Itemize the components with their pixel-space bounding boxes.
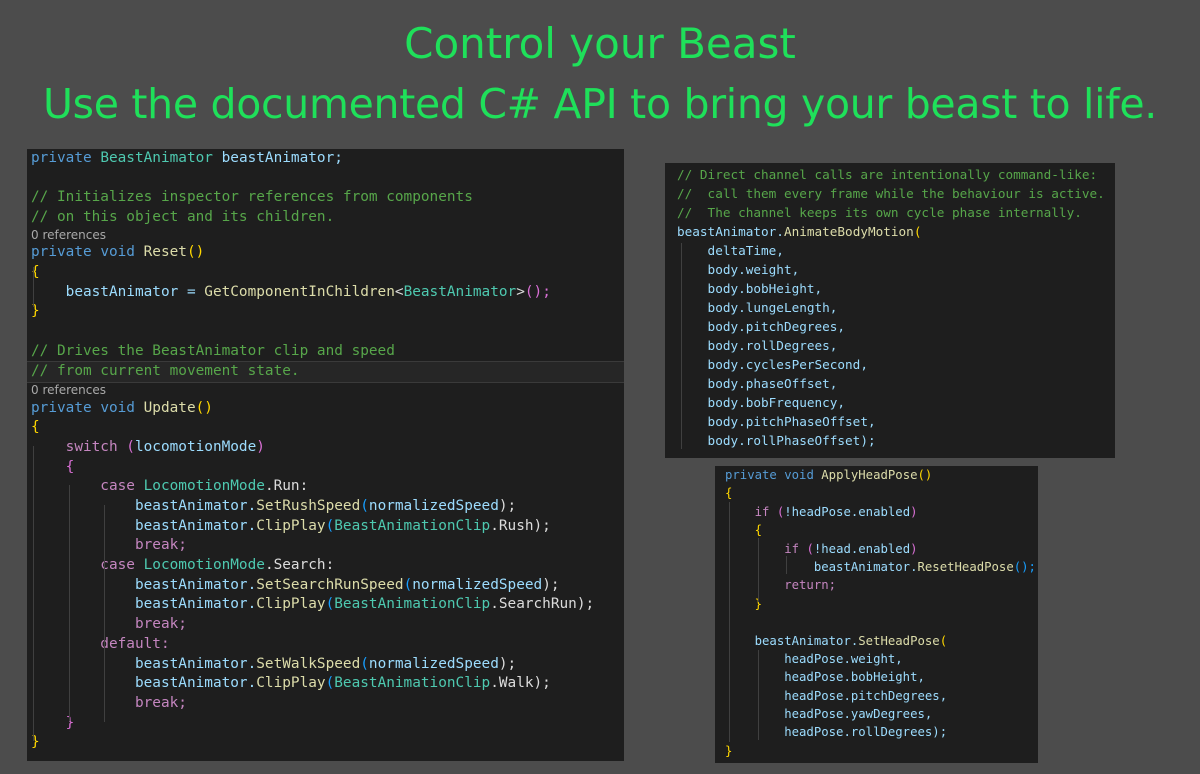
code-line: beastAnimator.SetSearchRunSpeed(normaliz… — [31, 576, 560, 593]
code-line: beastAnimator.ResetHeadPose(); — [725, 559, 1036, 574]
code-argument: headPose.bobHeight, — [725, 670, 925, 685]
code-line: beastAnimator = GetComponentInChildren<B… — [31, 283, 551, 300]
code-line: beastAnimator.ClipPlay(BeastAnimationCli… — [31, 517, 551, 534]
headline-subtitle: Use the documented C# API to bring your … — [42, 80, 1158, 128]
code-line: { — [725, 486, 733, 501]
code-line: private void Reset() — [31, 244, 205, 261]
code-comment-current-line: // from current movement state. — [27, 361, 624, 384]
indent-guide — [758, 650, 759, 740]
code-line: break; — [31, 537, 187, 554]
code-line: if (!headPose.enabled) — [725, 504, 918, 519]
code-argument: headPose.rollDegrees); — [725, 725, 948, 740]
indent-guide — [33, 267, 34, 307]
code-panel-body-motion: // Direct channel calls are intentionall… — [665, 163, 1115, 458]
code-line: { — [31, 458, 75, 475]
code-line: private void ApplyHeadPose() — [725, 468, 933, 482]
code-line: beastAnimator.SetRushSpeed(normalizedSpe… — [31, 498, 517, 514]
code-argument: body.bobHeight, — [677, 281, 823, 296]
code-comment: // Direct channel calls are intentionall… — [677, 167, 1098, 182]
references-codelens[interactable]: 0 references — [27, 228, 624, 244]
code-comment: // on this object and its children. — [31, 209, 335, 226]
code-line: break; — [31, 694, 187, 711]
indent-guide — [681, 243, 682, 449]
code-argument: body.pitchPhaseOffset, — [677, 414, 876, 429]
code-line: beastAnimator.AnimateBodyMotion( — [677, 224, 922, 239]
indent-guide — [758, 538, 759, 602]
code-line: switch (locomotionMode) — [31, 438, 265, 455]
code-argument: headPose.yawDegrees, — [725, 707, 933, 722]
code-line: { — [31, 263, 40, 280]
code-line: private BeastAnimator beastAnimator; — [31, 150, 343, 166]
code-argument: body.phaseOffset, — [677, 376, 838, 391]
code-line: beastAnimator.ClipPlay(BeastAnimationCli… — [31, 675, 551, 692]
code-argument: body.rollDegrees, — [677, 338, 838, 353]
code-line: { — [31, 419, 40, 436]
code-argument: body.bobFrequency, — [677, 395, 846, 410]
code-line: return; — [725, 578, 837, 593]
code-line: beastAnimator.ClipPlay(BeastAnimationCli… — [31, 596, 595, 613]
code-line: if (!head.enabled) — [725, 541, 918, 556]
code-line: } — [725, 596, 763, 611]
code-panel-head-pose: private void ApplyHeadPose() { if (!head… — [715, 466, 1038, 763]
code-line: break; — [31, 616, 187, 633]
code-comment: // Drives the BeastAnimator clip and spe… — [31, 342, 395, 359]
code-line: } — [31, 714, 75, 731]
code-line: beastAnimator.SetWalkSpeed(normalizedSpe… — [31, 655, 517, 672]
code-line: case LocomotionMode.Search: — [31, 557, 335, 574]
code-argument: body.lungeLength, — [677, 300, 838, 315]
code-argument: body.weight, — [677, 262, 800, 277]
code-line: { — [725, 523, 763, 538]
code-argument: deltaTime, — [677, 243, 784, 258]
code-line: default: — [31, 635, 170, 652]
indent-guide — [786, 556, 787, 574]
references-codelens[interactable]: 0 references — [27, 383, 624, 399]
code-line: beastAnimator.SetHeadPose( — [725, 633, 948, 648]
code-argument: headPose.weight, — [725, 651, 903, 666]
indent-guide — [33, 446, 34, 741]
code-line: private void Update() — [31, 399, 213, 416]
code-line: case LocomotionMode.Run: — [31, 478, 309, 495]
code-comment: // call them every frame while the behav… — [677, 186, 1105, 201]
code-argument: body.rollPhaseOffset); — [677, 433, 876, 448]
code-line: } — [31, 734, 40, 751]
code-comment: // The channel keeps its own cycle phase… — [677, 205, 1082, 220]
indent-guide — [69, 485, 70, 721]
code-panel-update: private BeastAnimator beastAnimator; // … — [27, 149, 624, 761]
headline-title: Control your Beast — [404, 19, 796, 68]
code-line: } — [725, 743, 733, 758]
code-argument: headPose.pitchDegrees, — [725, 688, 948, 703]
code-argument: body.pitchDegrees, — [677, 319, 846, 334]
indent-guide — [104, 505, 105, 722]
code-comment: // Initializes inspector references from… — [31, 189, 473, 206]
code-argument: body.cyclesPerSecond, — [677, 357, 868, 372]
indent-guide — [729, 502, 730, 742]
code-line: } — [31, 303, 40, 320]
